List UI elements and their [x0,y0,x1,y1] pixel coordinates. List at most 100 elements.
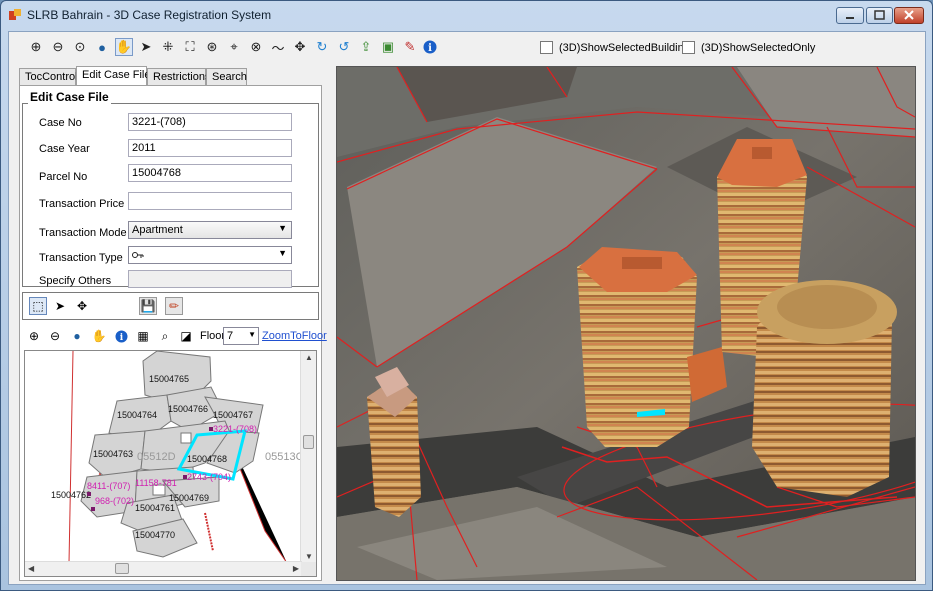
pan-hand-icon[interactable]: ✋ [115,38,133,56]
specify-others-label: Specify Others [39,275,112,287]
select-layer-icon[interactable]: ◪ [178,328,194,344]
svg-text:i: i [119,333,123,343]
parcel-label: 15004762 [51,490,91,500]
floor-select[interactable]: 7 ▼ [223,327,259,345]
edit-case-panel: Edit Case File Case No 3221-(708) Case Y… [19,85,327,581]
center-icon[interactable]: ⌖ [225,38,243,56]
map-toolbar: ⊕ ⊖ ● ✋ i ▦ ⌕ ◪ Floor 7 ▼ ZoomToFloor [22,326,327,348]
maximize-icon [874,10,885,20]
window-title: SLRB Bahrain - 3D Case Registration Syst… [27,8,272,22]
globe-icon[interactable]: ● [69,328,85,344]
select-feature-icon[interactable]: ⬚ [29,297,47,315]
floor-value: 7 [227,330,234,342]
floor-map-vertical-scrollbar[interactable]: ▲ ▼ [300,351,316,563]
floor-plan-canvas: 15004765 15004764 15004766 15004767 1500… [51,351,302,563]
zoom-extent-icon[interactable]: ⊙ [71,38,89,56]
save-icon[interactable]: 💾 [139,297,157,315]
info-icon[interactable]: i [421,38,439,56]
transaction-type-label: Transaction Type [39,252,123,264]
close-button[interactable] [894,7,924,24]
move-feature-icon[interactable]: ✥ [73,297,91,315]
case-label: 11158-781 [135,478,177,488]
show-selected-building-label: (3D)ShowSelectedBuilding [559,41,690,54]
case-year-label: Case Year [39,143,90,155]
zoom-in-icon[interactable]: ⊕ [26,328,42,344]
scroll-down-icon[interactable]: ▼ [305,552,313,561]
parcel-label: 15004761 [135,503,175,513]
parcel-label: 15004770 [135,530,175,540]
tab-edit-case-file[interactable]: Edit Case File [76,66,150,85]
parcel-no-label: Parcel No [39,171,88,183]
case-year-input[interactable]: 2011 [128,139,292,157]
export-icon[interactable]: ⇪ [357,38,375,56]
minimize-icon [846,17,854,19]
vertical-scroll-thumb[interactable] [303,435,314,449]
parcel-label: 15004764 [117,410,157,420]
zoom-to-floor-link[interactable]: ZoomToFloor [262,330,327,342]
show-selected-only-label: (3D)ShowSelectedOnly [701,41,816,54]
edit-toolbar: ⬚ ➤ ✥ 💾 ✏ [22,292,319,320]
parcel-label: 15004766 [168,404,208,414]
rotate-icon[interactable]: ⊛ [203,38,221,56]
scroll-left-icon[interactable]: ◀ [28,564,34,573]
floor-map-horizontal-scrollbar[interactable]: ◀ ▶ [25,561,302,576]
zoom-area-icon[interactable]: ⊗ [247,38,265,56]
case-no-label: Case No [39,117,82,129]
pencil-icon[interactable]: ✏ [165,297,183,315]
globe-icon[interactable]: ● [93,38,111,56]
image-icon[interactable]: ▣ [379,38,397,56]
title-bar: SLRB Bahrain - 3D Case Registration Syst… [1,1,932,31]
zoom-out-icon[interactable]: ⊖ [47,328,63,344]
chevron-down-icon: ▼ [278,248,287,258]
measure-icon[interactable]: 〜 [269,38,287,56]
main-toolbar: ⊕ ⊖ ⊙ ● ✋ ➤ ⁜ ⛶ ⊛ ⌖ ⊗ 〜 ✥ ↻ ↺ ⇪ ▣ ✎ i (3… [9,32,925,64]
refresh-alt-icon[interactable]: ↺ [335,38,353,56]
pan-hand-icon[interactable]: ✋ [91,328,107,344]
measure-icon[interactable]: ▦ [135,328,151,344]
transaction-type-select[interactable]: ▼ [128,246,292,264]
show-selected-only-checkbox[interactable]: (3D)ShowSelectedOnly [682,41,815,54]
transaction-price-label: Transaction Price [39,198,125,210]
tab-search[interactable]: Search [206,68,247,85]
case-label: 2743-(704) [187,472,231,482]
zoom-out-icon[interactable]: ⊖ [49,38,67,56]
app-icon [9,9,21,20]
info-icon[interactable]: i [113,328,129,344]
parcel-label: 15004763 [93,449,133,459]
refresh-icon[interactable]: ↻ [313,38,331,56]
select-pointer-icon[interactable]: ➤ [51,297,69,315]
properties-icon[interactable]: ✎ [401,38,419,56]
case-label: 968-(702) [95,496,134,506]
tab-restrictions[interactable]: Restrictions [147,68,210,85]
parcel-label: 15004767 [213,410,253,420]
scroll-right-icon[interactable]: ▶ [293,564,299,573]
scroll-up-icon[interactable]: ▲ [305,353,313,362]
floor-plan-map[interactable]: 15004765 15004764 15004766 15004767 1500… [24,350,317,577]
zoom-full-icon[interactable]: ⁜ [159,38,177,56]
tab-toccontrol[interactable]: TocControl [19,68,78,85]
chevron-down-icon: ▼ [248,330,256,339]
specify-others-input[interactable] [128,270,292,288]
case-label: 3221-(708) [213,424,257,434]
maximize-button[interactable] [866,7,893,24]
parcel-label: 15004769 [169,493,209,503]
horizontal-scroll-thumb[interactable] [115,563,129,574]
3d-scene-view[interactable] [336,66,916,581]
case-no-input[interactable]: 3221-(708) [128,113,292,131]
show-selected-building-checkbox[interactable]: (3D)ShowSelectedBuilding [540,41,690,54]
parcel-no-input[interactable]: 15004768 [128,164,292,182]
minimize-button[interactable] [836,7,864,24]
edit-case-group: Edit Case File Case No 3221-(708) Case Y… [22,90,319,288]
parcel-label: 15004768 [187,454,227,464]
select-arrow-icon[interactable]: ➤ [137,38,155,56]
move-icon[interactable]: ✥ [291,38,309,56]
transaction-mode-select[interactable]: Apartment ▼ [128,221,292,239]
chevron-down-icon: ▼ [278,223,287,233]
identify-icon[interactable]: ⌕ [157,328,173,344]
zoom-fit-icon[interactable]: ⛶ [181,38,199,56]
transaction-price-input[interactable] [128,192,292,210]
client-area: ⊕ ⊖ ⊙ ● ✋ ➤ ⁜ ⛶ ⊛ ⌖ ⊗ 〜 ✥ ↻ ↺ ⇪ ▣ ✎ i (3… [8,31,926,585]
block-label: 05513C [265,451,302,463]
case-label: 8411-(707) [87,481,130,491]
zoom-in-icon[interactable]: ⊕ [27,38,45,56]
